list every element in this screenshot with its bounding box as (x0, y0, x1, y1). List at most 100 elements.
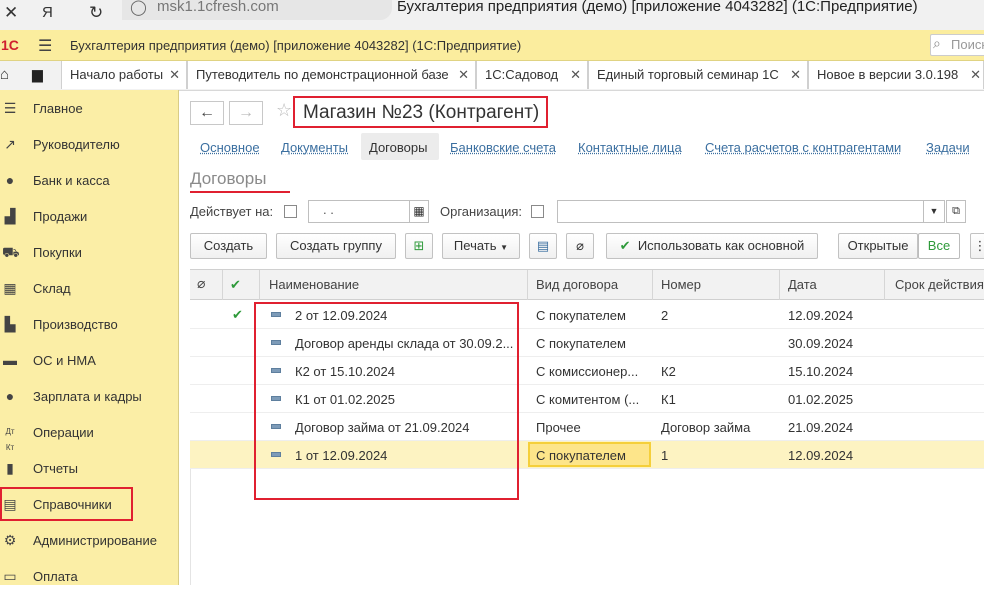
sidebar-item-label: Администрирование (33, 533, 157, 548)
check-icon: ✔ (620, 238, 631, 253)
dt-kt-icon: Дт Кт (2, 424, 18, 440)
create-button[interactable]: Создать (190, 233, 267, 259)
add-doc-icon: ⊞ (414, 238, 425, 253)
sidebar-item-purchases[interactable]: ⛟ Покупки (0, 236, 178, 272)
column-header-kind[interactable]: Вид договора (536, 277, 618, 292)
search-icon: ⌕ (933, 35, 941, 52)
section-main[interactable]: Основное (200, 140, 260, 155)
shield-icon[interactable]: ◯ (130, 0, 147, 16)
back-button[interactable]: ← (190, 101, 224, 125)
url-text[interactable]: msk1.1cfresh.com (157, 0, 279, 15)
sidebar-item-production[interactable]: ▙Производство (0, 308, 178, 344)
truck-icon: ▬ (2, 352, 18, 368)
list-icon: ☰ (2, 100, 18, 116)
section-bank-accounts[interactable]: Банковские счета (450, 140, 556, 155)
cart-icon: ⛟ (2, 244, 18, 260)
section-settlement-accounts[interactable]: Счета расчетов с контрагентами (705, 140, 901, 155)
open-button[interactable]: ⧉ (946, 200, 966, 223)
sidebar-item-admin[interactable]: ⚙ Администрирование (0, 524, 178, 560)
table-icon: ▤ (537, 238, 549, 253)
contract-date: 12.09.2024 (788, 308, 853, 323)
tab-new-version[interactable]: Новое в версии 3.0.198 ✕ (808, 61, 984, 89)
warehouse-icon: ▦ (2, 280, 18, 296)
date-value: . . (323, 202, 334, 217)
contract-date: 15.10.2024 (788, 364, 853, 379)
section-tasks[interactable]: Задачи (926, 140, 970, 155)
column-header-date[interactable]: Дата (788, 277, 817, 292)
gear-icon: ⚙ (2, 532, 18, 548)
sidebar-item-main[interactable]: ☰Главное (0, 92, 178, 128)
sidebar-item-sales[interactable]: ▟Продажи (0, 200, 178, 236)
close-icon[interactable]: ✕ (790, 61, 801, 89)
column-header-name[interactable]: Наименование (269, 277, 359, 292)
organization-checkbox[interactable] (531, 205, 544, 218)
contract-kind: С комиссионер... (536, 364, 654, 379)
contract-number: Договор займа (661, 420, 779, 435)
payment-icon: ▭ (2, 568, 18, 584)
attach-button[interactable]: ⌀ (566, 233, 594, 259)
chat-icon[interactable]: ▆ (32, 66, 43, 83)
date-input[interactable]: . . (308, 200, 410, 223)
forward-button[interactable]: → (229, 101, 263, 125)
sidebar-item-warehouse[interactable]: ▦ Склад (0, 272, 178, 308)
column-header-term[interactable]: Срок действия (895, 277, 984, 292)
contract-date: 12.09.2024 (788, 448, 853, 463)
paperclip-icon: ⌀ (197, 275, 205, 292)
chevron-down-icon: ▼ (930, 206, 939, 216)
organization-dropdown[interactable]: ▼ (923, 200, 945, 223)
filter-all-button[interactable]: Все (918, 233, 960, 259)
yandex-icon[interactable]: Я (42, 2, 53, 24)
column-header-number[interactable]: Номер (661, 277, 701, 292)
use-as-default-button[interactable]: ✔ Использовать как основной (606, 233, 818, 259)
section-contracts[interactable]: Договоры (369, 140, 427, 155)
organization-input[interactable] (557, 200, 924, 223)
add-copy-button[interactable]: ⊞ (405, 233, 433, 259)
sidebar-item-manager[interactable]: ↗Руководителю (0, 128, 178, 164)
menu-icon[interactable]: ☰ (38, 36, 52, 56)
sidebar-item-label: Зарплата и кадры (33, 389, 142, 404)
close-icon[interactable]: ✕ (169, 61, 180, 89)
window-title: Бухгалтерия предприятия (демо) [приложен… (397, 0, 918, 15)
sidebar-item-payment[interactable]: ▭Оплата (0, 560, 178, 596)
contract-kind: С покупателем (536, 308, 654, 323)
more-icon: ⋮ (974, 238, 984, 253)
tab-sadovod[interactable]: 1С:Садовод✕ (476, 61, 588, 89)
section-documents[interactable]: Документы (281, 140, 348, 155)
contract-number: 1 (661, 448, 779, 463)
section-contacts[interactable]: Контактные лица (578, 140, 682, 155)
contract-date: 01.02.2025 (788, 392, 853, 407)
sidebar-item-reports[interactable]: ▮Отчеты (0, 452, 178, 488)
sidebar-item-bank[interactable]: ●Банк и касса (0, 164, 178, 200)
sidebar-item-assets[interactable]: ▬ОС и НМА (0, 344, 178, 380)
close-icon[interactable]: ✕ (4, 2, 18, 24)
create-group-button[interactable]: Создать группу (276, 233, 396, 259)
check-icon: ✔ (230, 277, 241, 293)
sidebar-item-label: Производство (33, 317, 118, 332)
sidebar-item-label: Покупки (33, 245, 82, 260)
sidebar-item-salary[interactable]: ●Зарплата и кадры (0, 380, 178, 416)
contract-number: К1 (661, 392, 779, 407)
chevron-down-icon: ▼ (500, 243, 508, 252)
sidebar-item-operations[interactable]: Дт Кт Операции (0, 416, 178, 452)
highlight-title (293, 96, 548, 128)
tab-label: Новое в версии 3.0.198 (817, 67, 958, 82)
tab-label: Начало работы (70, 67, 163, 82)
tab-start[interactable]: Начало работы ✕ (61, 61, 187, 89)
sidebar-item-label: Склад (33, 281, 71, 296)
close-icon[interactable]: ✕ (970, 61, 981, 89)
close-icon[interactable]: ✕ (458, 61, 469, 89)
home-icon[interactable]: ⌂ (0, 66, 9, 83)
contract-number: К2 (661, 364, 779, 379)
reload-icon[interactable]: ↻ (89, 2, 103, 24)
calendar-button[interactable]: ▦ (409, 200, 429, 223)
close-icon[interactable]: ✕ (570, 61, 581, 89)
star-icon[interactable]: ☆ (276, 100, 292, 121)
tab-seminar[interactable]: Единый торговый семинар 1С✕ (588, 61, 808, 89)
sidebar-item-label: Операции (33, 425, 94, 440)
active-on-checkbox[interactable] (284, 205, 297, 218)
filter-open-button[interactable]: Открытые (838, 233, 918, 259)
print-button[interactable]: Печать ▼ (442, 233, 520, 259)
list-settings-button[interactable]: ▤ (529, 233, 557, 259)
tab-guide[interactable]: Путеводитель по демонстрационной базе✕ (187, 61, 476, 89)
more-button[interactable]: ⋮ (970, 233, 984, 259)
